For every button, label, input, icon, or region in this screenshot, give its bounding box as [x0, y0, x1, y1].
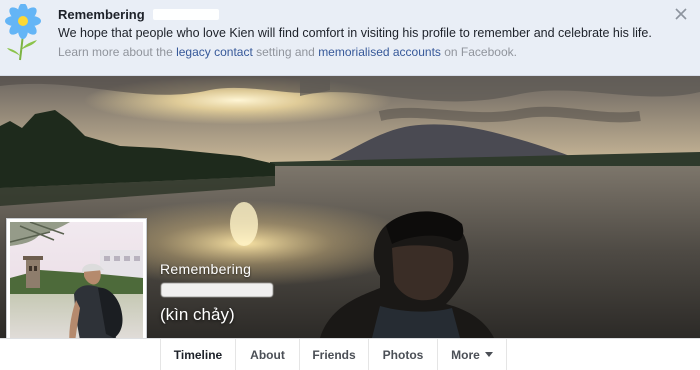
tab-friends[interactable]: Friends [300, 339, 369, 370]
chevron-down-icon [484, 352, 493, 357]
learn-prefix: Learn more about the [58, 45, 177, 59]
flower-icon [5, 4, 41, 61]
profile-alternate-name: (kìn chảy) [160, 305, 235, 324]
tab-more[interactable]: More [438, 339, 507, 370]
profile-image [10, 222, 143, 355]
redacted-profile-name [161, 283, 273, 297]
profile-tab-bar: Timeline About Friends Photos More [0, 338, 700, 370]
memorial-banner: Remembering We hope that people who love… [0, 0, 700, 76]
close-icon[interactable] [673, 6, 689, 22]
tab-label: Photos [382, 347, 424, 362]
banner-learn-more: Learn more about the legacy contact sett… [58, 45, 517, 59]
tab-label: Friends [312, 347, 356, 362]
tab-photos[interactable]: Photos [369, 339, 438, 370]
redacted-name [152, 9, 219, 20]
learn-middle: setting and [252, 45, 319, 59]
banner-message: We hope that people who love Kien will f… [58, 26, 652, 40]
learn-suffix: on Facebook. [440, 45, 517, 59]
banner-title-text: Remembering [58, 7, 145, 22]
tab-timeline[interactable]: Timeline [160, 339, 236, 370]
tab-label: Timeline [173, 347, 223, 362]
tab-label: About [250, 347, 285, 362]
banner-title: Remembering [58, 7, 219, 22]
tab-label: More [451, 347, 480, 362]
legacy-contact-link[interactable]: legacy contact [176, 45, 253, 59]
memorialised-accounts-link[interactable]: memorialised accounts [318, 45, 441, 59]
cover-remembering-label: Remembering [160, 261, 252, 277]
tab-about[interactable]: About [236, 339, 300, 370]
